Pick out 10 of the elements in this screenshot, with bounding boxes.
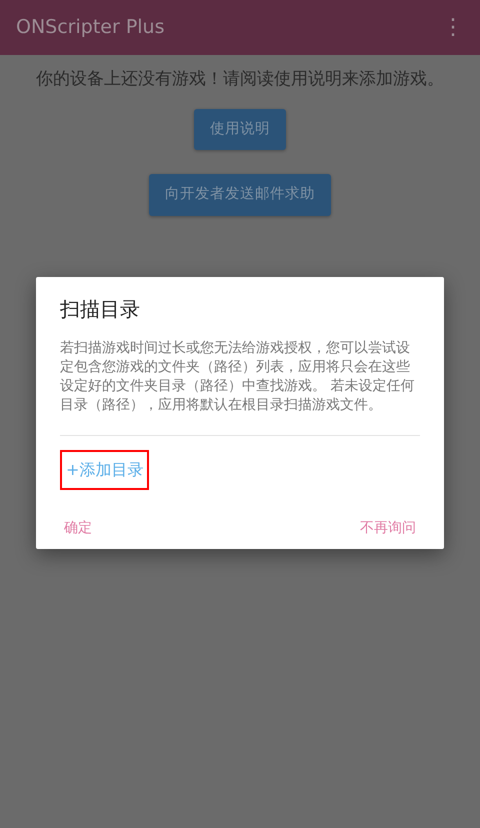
add-directory-button[interactable]: +添加目录: [60, 450, 150, 490]
dont-ask-again-button[interactable]: 不再询问: [356, 514, 420, 543]
email-help-button[interactable]: 向开发者发送邮件求助: [149, 174, 331, 216]
instructions-button[interactable]: 使用说明: [194, 108, 286, 150]
menu-icon[interactable]: ⋮: [442, 11, 464, 44]
empty-message: 你的设备上还没有游戏！请阅读使用说明来添加游戏。: [36, 68, 444, 91]
confirm-button[interactable]: 确定: [60, 514, 96, 543]
dialog-title: 扫描目录: [60, 297, 141, 321]
app-title: ONScripter Plus: [16, 15, 164, 40]
dialog-message: 若扫描游戏时间过长或您无法给游戏授权，您可以尝试设定包含您游戏的文件夹（路径）列表，应用将只会在这些设定好的文件夹目录（路径）中查找游戏。 若未设定任何目录（路径），应用将默认在根目录扫描游戏文件。: [60, 339, 416, 415]
